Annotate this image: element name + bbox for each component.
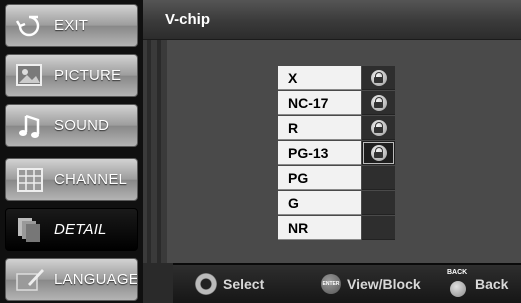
lock-icon bbox=[370, 119, 387, 136]
detail-pages-icon bbox=[18, 218, 40, 242]
lock-cell[interactable] bbox=[362, 91, 395, 115]
rating-row-nc17[interactable]: NC-17 bbox=[278, 91, 395, 116]
dpad-icon bbox=[195, 273, 217, 295]
page-title: V-chip bbox=[165, 11, 211, 28]
rating-label: X bbox=[278, 66, 361, 90]
view-block-hint: ENTER View/Block bbox=[321, 265, 421, 303]
footer-bar: Select ENTER View/Block BACK Back bbox=[173, 265, 521, 303]
side-menu: EXIT PICTURE SOUND CHANNEL DETAIL LANGUA… bbox=[0, 0, 143, 303]
language-pen-icon bbox=[16, 269, 44, 291]
back-button-icon: BACK bbox=[447, 269, 469, 299]
rating-row-nr[interactable]: NR bbox=[278, 216, 395, 241]
rating-label: NC-17 bbox=[278, 91, 361, 115]
lock-icon bbox=[370, 144, 387, 161]
menu-label-picture: PICTURE bbox=[54, 67, 122, 84]
menu-item-exit[interactable]: EXIT bbox=[5, 4, 138, 47]
enter-button-icon: ENTER bbox=[321, 274, 341, 294]
menu-label-exit: EXIT bbox=[54, 17, 89, 34]
footer-left-block bbox=[143, 263, 173, 303]
view-block-label: View/Block bbox=[347, 276, 421, 292]
menu-item-picture[interactable]: PICTURE bbox=[5, 54, 138, 97]
back-label: Back bbox=[475, 276, 509, 292]
lock-icon bbox=[370, 69, 387, 86]
menu-label-detail: DETAIL bbox=[54, 221, 107, 238]
lock-cell-selected[interactable] bbox=[362, 141, 395, 165]
rating-row-r[interactable]: R bbox=[278, 116, 395, 141]
rating-row-pg13[interactable]: PG-13 bbox=[278, 141, 395, 166]
menu-item-detail[interactable]: DETAIL bbox=[5, 208, 138, 251]
rating-label: NR bbox=[278, 216, 361, 240]
picture-icon bbox=[16, 64, 42, 86]
lock-icon bbox=[370, 94, 387, 111]
menu-item-channel[interactable]: CHANNEL bbox=[5, 158, 138, 201]
back-hint: BACK Back bbox=[447, 265, 508, 303]
back-small-label: BACK bbox=[447, 269, 468, 276]
back-circle-icon bbox=[450, 281, 466, 297]
rating-list: X NC-17 R PG-13 PG G NR bbox=[278, 66, 395, 241]
lock-cell[interactable] bbox=[362, 191, 395, 215]
select-hint: Select bbox=[195, 265, 264, 303]
rating-row-g[interactable]: G bbox=[278, 191, 395, 216]
rating-label: G bbox=[278, 191, 361, 215]
lock-cell[interactable] bbox=[362, 66, 395, 90]
menu-label-channel: CHANNEL bbox=[54, 171, 128, 188]
rating-row-pg[interactable]: PG bbox=[278, 166, 395, 191]
menu-label-sound: SOUND bbox=[54, 117, 110, 134]
header-bar: V-chip bbox=[143, 0, 521, 40]
rating-label: R bbox=[278, 116, 361, 140]
rating-label: PG-13 bbox=[278, 141, 361, 165]
rating-label: PG bbox=[278, 166, 361, 190]
panel-stripe bbox=[147, 40, 151, 263]
music-note-icon bbox=[19, 114, 40, 138]
lock-cell[interactable] bbox=[362, 166, 395, 190]
channel-grid-icon bbox=[17, 168, 43, 192]
menu-label-language: LANGUAGE bbox=[54, 271, 138, 288]
panel-stripe bbox=[157, 40, 161, 263]
rating-row-x[interactable]: X bbox=[278, 66, 395, 91]
select-label: Select bbox=[223, 276, 265, 292]
menu-item-language[interactable]: LANGUAGE bbox=[5, 258, 138, 301]
exit-arrow-icon bbox=[15, 15, 40, 37]
lock-cell[interactable] bbox=[362, 216, 395, 240]
lock-cell[interactable] bbox=[362, 116, 395, 140]
menu-item-sound[interactable]: SOUND bbox=[5, 104, 138, 147]
